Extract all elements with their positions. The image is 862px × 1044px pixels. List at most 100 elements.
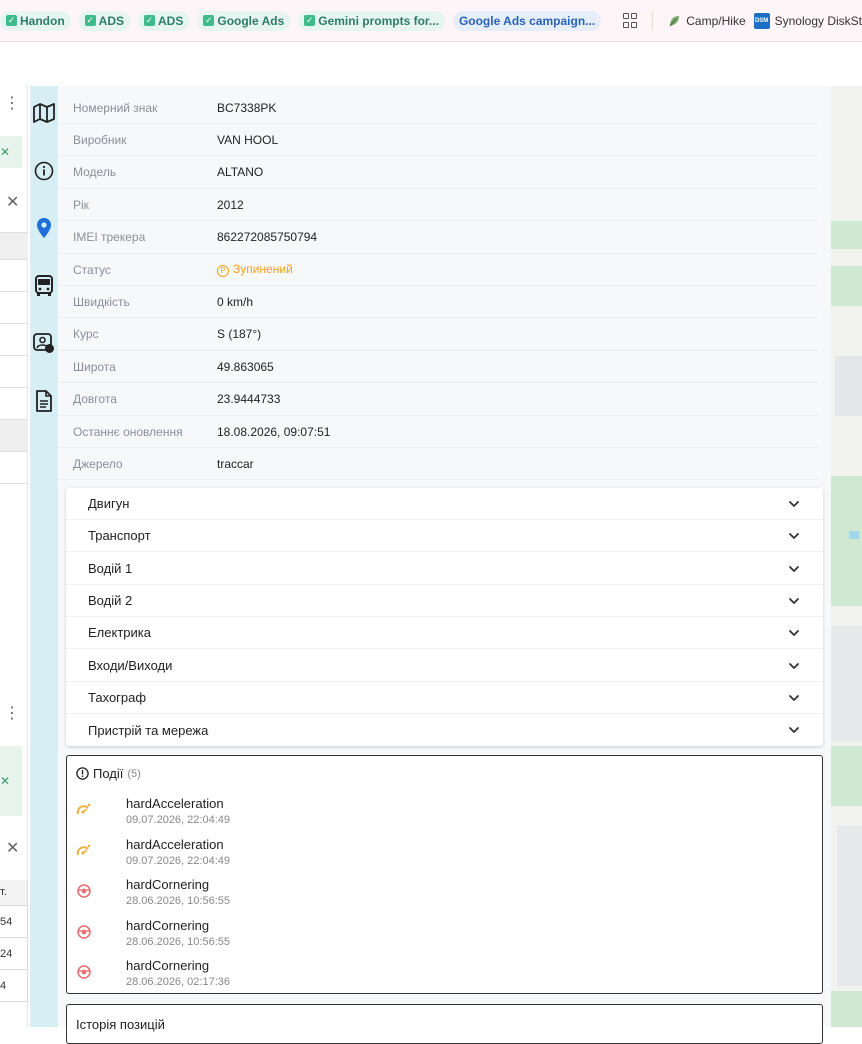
- event-name: hardCornering: [126, 958, 210, 973]
- accordion-label: Тахограф: [88, 689, 147, 705]
- chevron-down-icon: [789, 727, 799, 733]
- accordion-item[interactable]: Тахограф: [66, 682, 823, 714]
- accordion-item[interactable]: Електрика: [66, 617, 823, 650]
- leaf-icon: [669, 15, 680, 26]
- info-icon[interactable]: [32, 159, 56, 183]
- attribute-value: 862272085750794: [217, 230, 318, 245]
- events-panel: Події (5) hardAcceleration 09.07.2026, 22…: [66, 755, 823, 994]
- event-item[interactable]: hardCornering 28.06.2026, 10:56:55: [67, 918, 822, 958]
- table-row[interactable]: [0, 388, 28, 420]
- event-time: 28.06.2026, 02:17:36: [126, 976, 230, 988]
- accordion-item[interactable]: Двигун: [66, 488, 823, 520]
- location-pin-icon[interactable]: [32, 216, 56, 240]
- map-park: [831, 266, 862, 306]
- table-cell[interactable]: 54: [0, 906, 28, 938]
- event-item[interactable]: hardCornering 28.06.2026, 02:17:36: [67, 958, 822, 998]
- check-icon: ✓: [304, 15, 316, 26]
- attribute-value: P Зупинений: [217, 262, 293, 277]
- accordion-item[interactable]: Водій 2: [66, 585, 823, 617]
- sections-accordion: Двигун Транспорт Водій 1 Водій 2 Електрика Вх…: [66, 488, 823, 746]
- event-item[interactable]: hardAcceleration 09.07.2026, 22:04:49: [67, 837, 822, 877]
- bookmark-camp-hike[interactable]: Camp/Hike: [667, 14, 746, 28]
- table-row[interactable]: [0, 356, 28, 388]
- close-icon[interactable]: ✕: [6, 192, 19, 212]
- status-text: Зупинений: [233, 262, 293, 276]
- map-icon[interactable]: [32, 101, 56, 125]
- check-icon: ✓: [84, 15, 96, 26]
- attribute-row: IMEI трекера 862272085750794: [58, 222, 818, 254]
- event-time: 09.07.2026, 22:04:49: [126, 814, 230, 826]
- event-time: 28.06.2026, 10:56:55: [126, 895, 230, 907]
- history-title: Історія позицій: [76, 1017, 165, 1032]
- cornering-icon: [77, 884, 91, 898]
- bookmark-synology[interactable]: DSM Synology DiskSt: [753, 12, 862, 29]
- position-history-panel[interactable]: Історія позицій: [66, 1004, 823, 1044]
- table-row[interactable]: [0, 324, 28, 356]
- chevron-down-icon: [789, 694, 799, 701]
- bookmark-google-ads[interactable]: ✓ Google Ads: [197, 10, 291, 31]
- attribute-label: IMEI трекера: [73, 230, 146, 245]
- driver-photo-icon[interactable]: [32, 331, 56, 355]
- bookmark-ads-1[interactable]: ✓ ADS: [78, 10, 131, 31]
- map-view[interactable]: [831, 86, 862, 1027]
- event-item[interactable]: hardAcceleration 09.07.2026, 22:04:49: [67, 796, 822, 836]
- accordion-item[interactable]: Пристрій та мережа: [66, 714, 823, 746]
- accordion-item[interactable]: Транспорт: [66, 520, 823, 553]
- attribute-value: 2012: [217, 197, 244, 212]
- accordion-item[interactable]: Водій 1: [66, 553, 823, 585]
- acceleration-icon: [76, 844, 91, 855]
- more-vert-icon[interactable]: ⋮: [4, 706, 20, 722]
- add-button[interactable]: ✕: [0, 746, 22, 816]
- accordion-label: Входи/Виходи: [88, 657, 173, 673]
- cornering-icon: [77, 924, 91, 939]
- add-icon: ✕: [0, 145, 11, 159]
- bookmarks-bar: ✓ Handon ✓ ADS ✓ ADS ✓ Google Ads ✓ Gemini pr…: [0, 0, 862, 42]
- acceleration-icon: [76, 803, 91, 815]
- attribute-label: Модель: [73, 165, 117, 180]
- vehicle-details-panel: Номерний знак BC7338PK Виробник VAN HOOL Мод…: [58, 86, 831, 1044]
- table-row[interactable]: [0, 292, 28, 324]
- attribute-label: Широта: [73, 359, 116, 374]
- attribute-row: Рік 2012: [58, 189, 818, 222]
- bookmark-handon[interactable]: ✓ Handon: [0, 10, 71, 31]
- events-title: Події: [93, 766, 124, 781]
- attribute-value: 23.9444733: [217, 392, 281, 407]
- add-button[interactable]: ✕: [0, 136, 22, 168]
- alert-circle-icon: [76, 767, 89, 780]
- bookmark-google-ads-campaign[interactable]: Google Ads campaign...: [452, 10, 602, 31]
- attribute-value: traccar: [217, 456, 254, 471]
- table-row[interactable]: [0, 452, 28, 484]
- map-park: [831, 991, 862, 1027]
- bookmark-gemini-prompts[interactable]: ✓ Gemini prompts for...: [298, 10, 445, 31]
- map-water: [849, 531, 859, 539]
- event-name: hardAcceleration: [126, 796, 224, 811]
- attribute-label: Курс: [73, 327, 99, 342]
- attribute-label: Рік: [73, 197, 89, 212]
- close-icon[interactable]: ✕: [6, 838, 19, 858]
- attribute-label: Довгота: [73, 392, 117, 407]
- attribute-row: Джерело traccar: [58, 448, 818, 481]
- map-building: [837, 826, 862, 986]
- event-name: hardCornering: [126, 917, 210, 933]
- events-header: Події (5): [76, 766, 141, 781]
- cornering-icon: [77, 965, 91, 979]
- bus-icon[interactable]: [32, 274, 56, 298]
- more-vert-icon[interactable]: ⋮: [4, 96, 20, 112]
- map-park: [831, 746, 862, 806]
- attribute-row: Довгота 23.9444733: [58, 384, 818, 416]
- chevron-down-icon: [789, 565, 799, 572]
- table-row[interactable]: [0, 260, 28, 292]
- attribute-value: 49.863065: [217, 359, 274, 374]
- event-item[interactable]: hardCornering 28.06.2026, 10:56:55: [67, 877, 822, 917]
- table-cell[interactable]: 24: [0, 938, 28, 970]
- apps-grid-icon[interactable]: [623, 12, 638, 29]
- table-row[interactable]: [0, 420, 28, 452]
- accordion-item[interactable]: Входи/Виходи: [66, 650, 823, 682]
- synology-icon: DSM: [753, 12, 770, 29]
- bookmark-ads-2[interactable]: ✓ ADS: [138, 10, 190, 31]
- table-cell[interactable]: 4: [0, 970, 28, 1002]
- chevron-down-icon: [789, 662, 799, 669]
- document-icon[interactable]: [32, 389, 56, 413]
- attribute-value: VAN HOOL: [217, 132, 279, 147]
- attribute-row: Курс S (187°): [58, 319, 818, 351]
